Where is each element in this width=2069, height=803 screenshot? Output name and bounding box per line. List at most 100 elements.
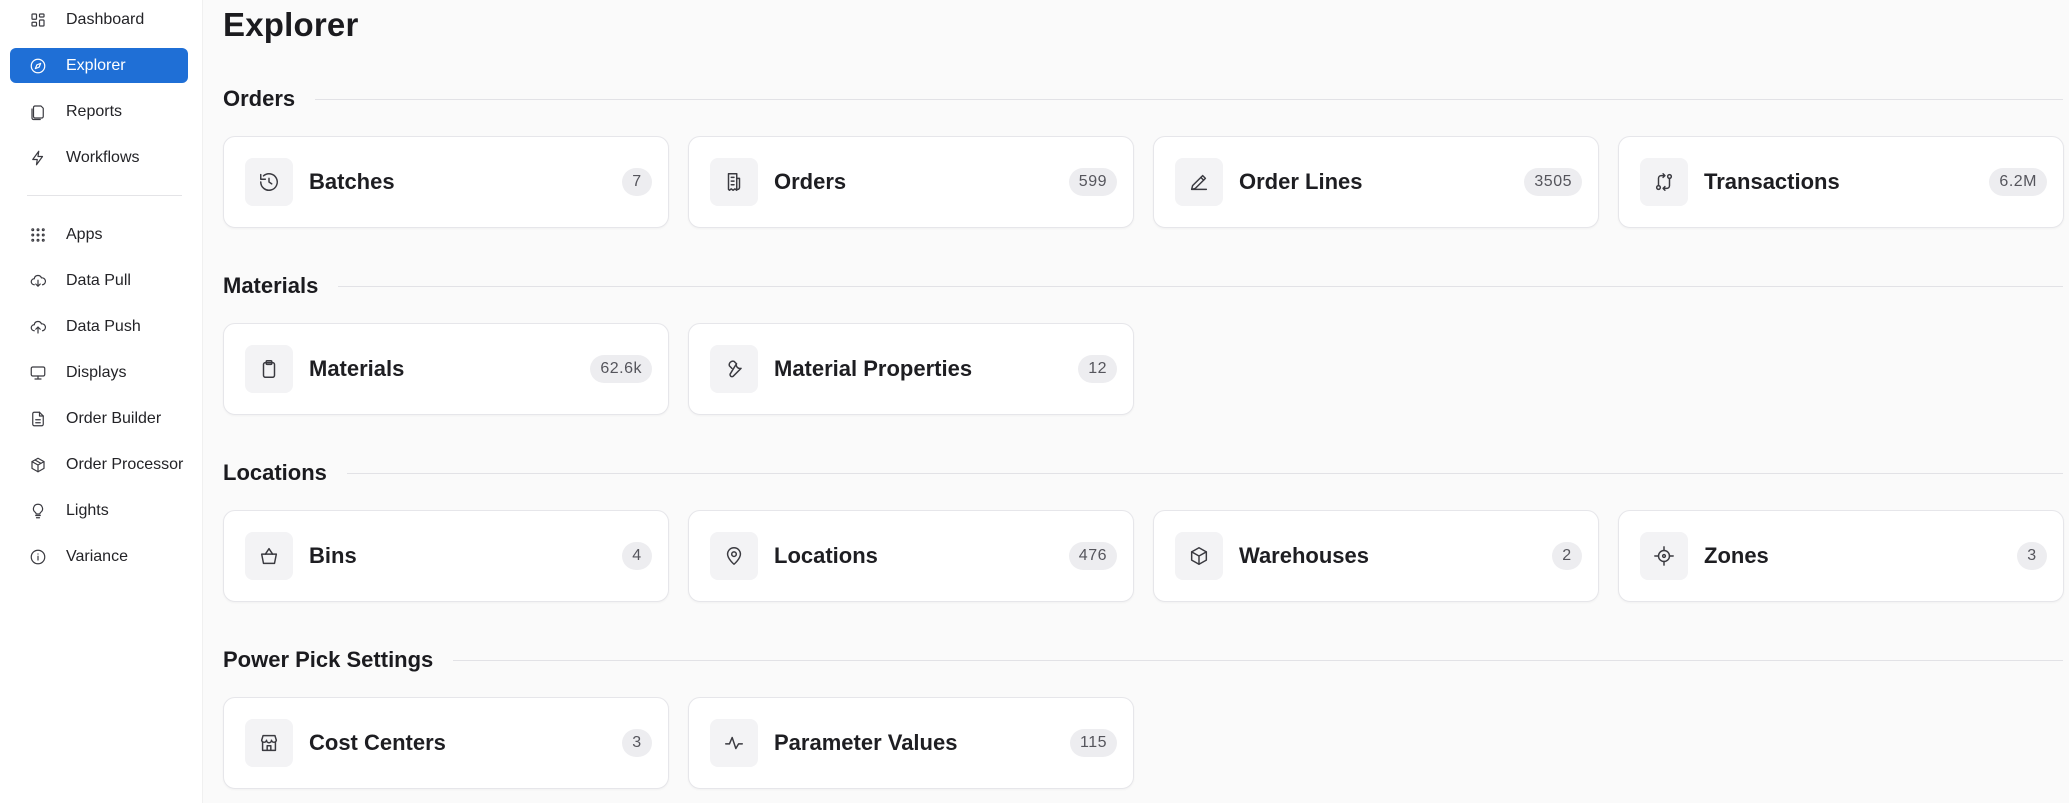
history-icon <box>245 158 293 206</box>
count-badge: 3 <box>2017 542 2047 570</box>
receipt-icon <box>710 158 758 206</box>
section-title: Locations <box>223 460 327 485</box>
sidebar-item-displays[interactable]: Displays <box>10 355 188 390</box>
sidebar-item-workflows[interactable]: Workflows <box>10 140 188 175</box>
grid-icon <box>27 224 49 246</box>
card-warehouses[interactable]: Warehouses 2 <box>1153 510 1599 602</box>
card-title: Batches <box>309 169 395 194</box>
sidebar-item-data-pull[interactable]: Data Pull <box>10 263 188 298</box>
sidebar-item-data-push[interactable]: Data Push <box>10 309 188 344</box>
card-title: Zones <box>1704 543 1769 568</box>
sidebar-item-label: Data Pull <box>66 271 131 289</box>
monitor-icon <box>27 362 49 384</box>
transfer-icon <box>1640 158 1688 206</box>
card-title: Orders <box>774 169 847 194</box>
store-icon <box>245 719 293 767</box>
count-badge: 115 <box>1069 729 1117 757</box>
section-divider <box>453 659 2063 661</box>
card-order-lines[interactable]: Order Lines 3505 <box>1153 136 1599 228</box>
pencil-icon <box>1175 158 1223 206</box>
sidebar-item-explorer[interactable]: Explorer <box>10 48 188 83</box>
sidebar-item-label: Order Builder <box>66 409 162 427</box>
count-badge: 4 <box>622 542 652 570</box>
sidebar-item-label: Reports <box>66 102 123 120</box>
section-divider <box>346 472 2063 474</box>
cloud-upload-icon <box>27 316 49 338</box>
section-title: Orders <box>223 86 296 111</box>
sidebar-item-variance[interactable]: Variance <box>10 539 188 574</box>
card-title: Locations <box>774 543 878 568</box>
sidebar-item-apps[interactable]: Apps <box>10 217 188 252</box>
section-header-materials: Materials <box>223 272 2063 300</box>
clipboard-icon <box>245 345 293 393</box>
card-materials[interactable]: Materials 62.6k <box>223 323 669 415</box>
card-parameter-values[interactable]: Parameter Values 115 <box>688 697 1134 789</box>
sidebar-item-lights[interactable]: Lights <box>10 493 188 528</box>
count-badge: 3 <box>622 729 652 757</box>
section-header-locations: Locations <box>223 459 2063 487</box>
sidebar-item-label: Dashboard <box>66 10 145 28</box>
card-title: Transactions <box>1704 169 1840 194</box>
card-zones[interactable]: Zones 3 <box>1618 510 2064 602</box>
section-header-orders: Orders <box>223 85 2063 113</box>
card-material-properties[interactable]: Material Properties 12 <box>688 323 1134 415</box>
section-title: Materials <box>223 273 319 298</box>
card-bins[interactable]: Bins 4 <box>223 510 669 602</box>
compass-icon <box>27 55 49 77</box>
count-badge: 12 <box>1078 355 1117 383</box>
sidebar-item-order-builder[interactable]: Order Builder <box>10 401 188 436</box>
card-title: Order Lines <box>1239 169 1363 194</box>
card-locations[interactable]: Locations 476 <box>688 510 1134 602</box>
reports-icon <box>27 101 49 123</box>
section-divider <box>338 285 2063 287</box>
page-title: Explorer <box>223 6 359 43</box>
wrench-icon <box>710 345 758 393</box>
count-badge: 2 <box>1552 542 1582 570</box>
card-title: Materials <box>309 356 405 381</box>
section-header-power-pick-settings: Power Pick Settings <box>223 646 2063 674</box>
sidebar-item-label: Data Push <box>66 317 141 335</box>
package-icon <box>27 454 49 476</box>
count-badge: 6.2M <box>1989 168 2047 196</box>
dashboard-icon <box>27 9 49 31</box>
card-title: Parameter Values <box>774 730 958 755</box>
sidebar-divider <box>27 195 182 196</box>
sidebar-item-order-processor[interactable]: Order Processor <box>10 447 188 482</box>
bolt-icon <box>27 147 49 169</box>
card-title: Bins <box>309 543 357 568</box>
section-title: Power Pick Settings <box>223 647 434 672</box>
card-batches[interactable]: Batches 7 <box>223 136 669 228</box>
count-badge: 3505 <box>1524 168 1582 196</box>
sidebar-item-label: Explorer <box>66 56 126 74</box>
target-icon <box>1640 532 1688 580</box>
basket-icon <box>245 532 293 580</box>
count-badge: 476 <box>1068 542 1117 570</box>
sidebar-item-label: Workflows <box>66 148 140 166</box>
activity-icon <box>710 719 758 767</box>
count-badge: 7 <box>622 168 652 196</box>
info-icon <box>27 546 49 568</box>
bulb-icon <box>27 500 49 522</box>
count-badge: 62.6k <box>590 355 652 383</box>
count-badge: 599 <box>1068 168 1117 196</box>
sidebar: Dashboard Explorer Reports Workflows App… <box>0 0 203 803</box>
sidebar-item-label: Order Processor <box>66 455 184 473</box>
document-icon <box>27 408 49 430</box>
box-icon <box>1175 532 1223 580</box>
card-title: Warehouses <box>1239 543 1370 568</box>
card-title: Material Properties <box>774 356 973 381</box>
main-content: Explorer Orders Batches 7 Orders 599 Ord… <box>203 0 2069 803</box>
card-orders[interactable]: Orders 599 <box>688 136 1134 228</box>
card-cost-centers[interactable]: Cost Centers 3 <box>223 697 669 789</box>
card-transactions[interactable]: Transactions 6.2M <box>1618 136 2064 228</box>
cloud-download-icon <box>27 270 49 292</box>
sidebar-item-label: Lights <box>66 501 109 519</box>
sidebar-item-label: Variance <box>66 547 128 565</box>
sidebar-item-reports[interactable]: Reports <box>10 94 188 129</box>
sidebar-item-label: Apps <box>66 225 103 243</box>
map-pin-icon <box>710 532 758 580</box>
sidebar-item-label: Displays <box>66 363 127 381</box>
section-divider <box>315 98 2063 100</box>
card-title: Cost Centers <box>309 730 446 755</box>
sidebar-item-dashboard[interactable]: Dashboard <box>10 2 188 37</box>
